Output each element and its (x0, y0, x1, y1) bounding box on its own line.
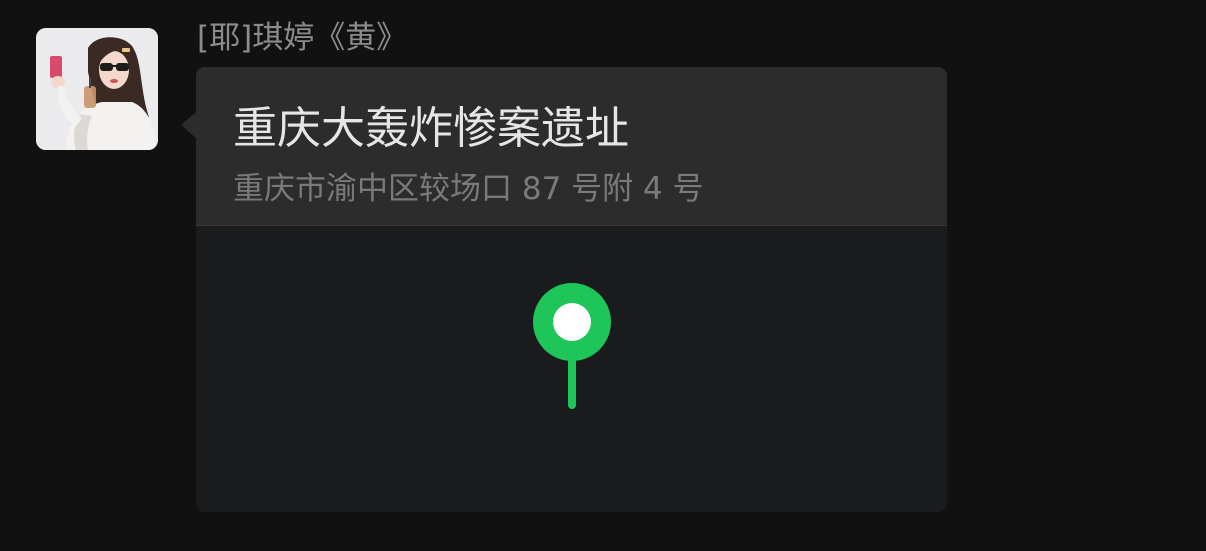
location-message-card[interactable]: 重庆大轰炸惨案遗址 重庆市渝中区较场口 87 号附 4 号 (196, 67, 947, 512)
location-card-header: 重庆大轰炸惨案遗址 重庆市渝中区较场口 87 号附 4 号 (196, 67, 947, 226)
sender-name: [耶]琪婷《黄》 (197, 20, 408, 56)
location-title: 重庆大轰炸惨案遗址 (233, 103, 629, 154)
map-preview[interactable] (196, 226, 947, 512)
location-address: 重庆市渝中区较场口 87 号附 4 号 (233, 171, 704, 207)
bubble-tail (181, 112, 196, 138)
avatar-image (36, 28, 158, 150)
avatar[interactable] (36, 28, 158, 150)
map-pin-icon (533, 283, 611, 409)
chat-screen: [耶]琪婷《黄》 重庆大轰炸惨案遗址 重庆市渝中区较场口 87 号附 4 号 (0, 0, 1206, 551)
